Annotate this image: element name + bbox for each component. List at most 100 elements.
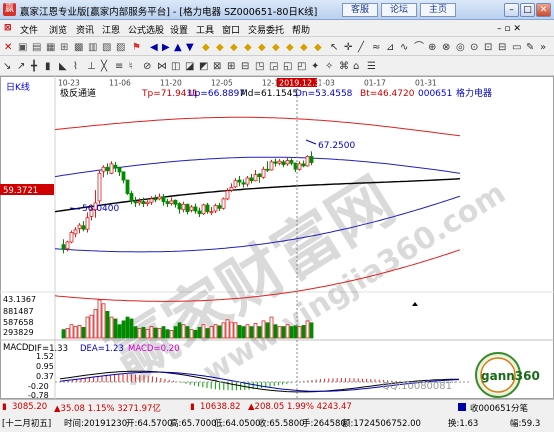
volume-bar [181,324,186,339]
menu-news[interactable]: 资讯 [76,23,94,36]
minute-label[interactable]: 收000651分笔 [470,402,528,414]
volume-bar [201,324,206,339]
app-icon: 赢 [3,3,16,16]
customer-service-button[interactable]: 客服 [342,3,378,17]
volume-bar [265,322,270,339]
candle-body [305,156,310,167]
svg-text:⊡: ⊡ [484,42,492,53]
volume-bar [289,326,294,339]
candle-body [181,203,186,211]
volume-bar [261,320,266,339]
volume-bar [193,329,198,339]
menu-browse[interactable]: 浏览 [49,23,67,36]
macd-tick-4: -0.20 [28,382,49,391]
volume-bar [189,329,194,339]
dn-value: Dn=53.4558 [295,89,353,99]
period-label[interactable]: 日K线 [6,81,30,93]
svg-text:▼: ▼ [186,42,194,53]
candle-body [257,173,262,178]
volume-bar [245,324,250,339]
volume-bar [161,326,166,339]
macd-tick-5: -0.78 [28,391,49,399]
svg-text:◩: ◩ [199,61,208,72]
candle-body [145,201,150,204]
k-line-chart[interactable]: 赢家财富网 www.yingjia360.com 日K线 极反通道 Tp=71.… [0,76,554,400]
maximize-button[interactable]: □ [520,3,535,17]
menu-help[interactable]: 帮助 [292,23,310,36]
candle-body [229,187,234,191]
annotation-low: 56.0400 [82,204,119,214]
svg-text:◆: ◆ [314,42,322,53]
svg-text:⚑: ⚑ [132,42,141,53]
minimize-button[interactable]: – [504,3,519,17]
volume-bar [73,326,78,339]
indicator-name: 极反通道 [60,87,96,99]
close-button[interactable]: ✕ [536,3,551,17]
candle-body [69,232,74,243]
menu-file[interactable]: 文件 [20,23,38,36]
menu-settings[interactable]: 设置 [170,23,188,36]
svg-text:⌂: ⌂ [353,61,359,72]
index1-value: 3085.20 [12,402,48,412]
candle-body [85,217,90,230]
macd-tick-2: 0.95 [36,362,54,371]
mdi-controls-icon[interactable]: – ▫ ✕ [497,24,521,34]
menu-trade[interactable]: 交易委托 [248,23,284,36]
menu-gann[interactable]: 江恩 [102,23,120,36]
candle-body [281,161,286,165]
status-volume: 手:264580 [302,419,346,429]
gann360-logo: gann360 [475,352,540,398]
svg-text:▥: ▥ [88,42,97,53]
status-amp: 幅:59.3 [510,419,541,429]
analysis-tools-icons[interactable]: ↘ ↗ ╋ ▮ ◣ ⌇ ⊥ ╳ ≡ ♮ ⊘ ⋈ ◫ ◪ ◩ ⊠ ⊞ ⊟ ◳ ◲ ◱ ◰ ✦ ✧ ⌘ ⌂ ☰ [0,56,554,76]
date-tick: 10-23 [58,79,80,88]
drawing-tools-icons[interactable]: ✕ ▣ ▤ ▦ ⊞ ▩ ▥ ▧ ▨ ⚑ ◀ ▶ ▲ ▼ ◆ ◆ ◆ ◆ ◆ ◆ ◆ ◆ ◆ ↖ ✛ ╱ ≈ ⊿ ∿ ⌒… [0,37,554,56]
svg-text:▭: ▭ [512,42,521,53]
forum-button[interactable]: 论坛 [381,3,417,17]
candle-body [77,224,82,229]
volume-bar [81,326,86,339]
svg-text:⊞: ⊞ [60,42,68,53]
candle-body [189,206,194,211]
candle-body [125,179,130,194]
homepage-button[interactable]: 主页 [420,3,456,17]
svg-text:✕: ✕ [4,42,12,53]
candle-body [233,180,238,188]
macd-tick-3: 0.37 [36,372,54,381]
status-close: 收:65.5800 [258,419,305,429]
candle-body [249,177,254,182]
volume-bar [149,326,154,339]
minute-icon[interactable] [458,403,466,411]
volume-bar [229,321,234,339]
svg-text:▮: ▮ [45,61,51,72]
candle-body [265,168,270,171]
candle-body [309,156,314,163]
svg-text:☰: ☰ [367,61,376,72]
menu-window[interactable]: 窗口 [222,23,240,36]
chart-area[interactable]: 赢家财富网 www.yingjia360.com 日K线 极反通道 Tp=71.… [0,76,554,400]
volume-bar [165,329,170,339]
candle-body [61,244,66,250]
svg-text:◱: ◱ [283,61,292,72]
macd-tick-1: 1.52 [36,352,54,361]
candle-body [225,190,230,200]
status-high: 高:65.7000 [170,419,217,429]
svg-text:◆: ◆ [230,42,238,53]
volume-bar [77,325,82,339]
candle-body [297,163,302,170]
svg-text:⊠: ⊠ [213,61,221,72]
menu-formula[interactable]: 公式选股 [128,23,164,36]
menu-tools[interactable]: 工具 [196,23,214,36]
svg-text:╳: ╳ [100,59,108,72]
stock-name: 格力电器 [456,87,492,99]
volume-bar [209,326,214,339]
svg-text:≈: ≈ [372,42,380,53]
candle-body [193,206,198,212]
volume-tick-2: 587658 [3,318,34,327]
candle-body [153,198,158,201]
tp-band-line [54,116,461,137]
volume-bar [109,316,114,339]
candle-body [97,172,102,202]
svg-text:▨: ▨ [116,42,125,53]
svg-text:◆: ◆ [216,42,224,53]
